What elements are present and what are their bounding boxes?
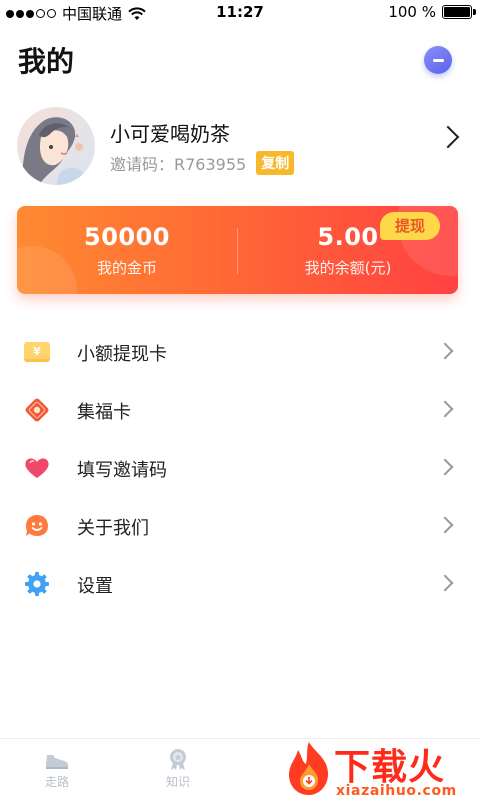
shoe-icon xyxy=(46,755,68,769)
chevron-right-icon xyxy=(436,516,454,534)
chevron-right-icon xyxy=(436,400,454,418)
copy-button[interactable]: 复制 xyxy=(256,151,295,175)
coins-section[interactable]: 50000 我的金币 xyxy=(17,206,237,294)
avatar-illustration xyxy=(17,107,95,185)
chevron-right-icon xyxy=(436,574,454,592)
watermark: 下载火 xiazaihuo.com xyxy=(282,738,480,800)
flame-logo-icon xyxy=(289,742,328,795)
chevron-right-icon xyxy=(436,458,454,476)
menu-item-about-us[interactable]: 关于我们 xyxy=(0,496,480,554)
chevron-right-icon xyxy=(436,342,454,360)
page-title: 我的 xyxy=(18,45,75,78)
small-withdraw-card-icon: ¥ xyxy=(24,342,50,362)
svg-text:¥: ¥ xyxy=(33,345,41,358)
fortune-card-icon xyxy=(25,398,49,422)
gear-icon xyxy=(25,572,49,596)
tab-knowledge[interactable]: 知识 xyxy=(148,747,208,790)
battery-icon xyxy=(442,5,476,19)
coins-label: 我的金币 xyxy=(96,259,157,277)
watermark-url: xiazaihuo.com xyxy=(336,783,457,799)
menu-item-small-withdraw-card[interactable]: ¥ 小额提现卡 xyxy=(0,322,480,380)
invite-row: 邀请码：R763955 复制 xyxy=(110,151,295,175)
heart-icon xyxy=(25,458,49,478)
medal-icon xyxy=(170,749,186,771)
tab-label: 知识 xyxy=(165,775,190,789)
menu-label: 填写邀请码 xyxy=(77,460,167,481)
coins-value: 50000 xyxy=(84,223,170,251)
nickname: 小可爱喝奶茶 xyxy=(110,122,230,146)
balance-label: 我的余额(元) xyxy=(304,259,392,277)
menu-label: 关于我们 xyxy=(77,518,149,539)
menu-list: ¥ 小额提现卡 集福卡 填写邀请码 关于我们 设置 xyxy=(0,322,480,612)
battery-fill xyxy=(444,7,470,17)
profile-chevron-right-icon[interactable] xyxy=(436,125,460,149)
smile-icon xyxy=(26,515,48,536)
status-right: 100 % xyxy=(388,3,476,21)
menu-item-enter-invite-code[interactable]: 填写邀请码 xyxy=(0,438,480,496)
message-icon[interactable] xyxy=(424,46,452,74)
tab-label: 走路 xyxy=(44,775,69,789)
menu-label: 设置 xyxy=(77,576,113,597)
menu-label: 集福卡 xyxy=(77,402,131,423)
invite-code: 邀请码：R763955 xyxy=(110,155,247,174)
withdraw-button[interactable]: 提现 xyxy=(380,212,440,240)
status-bar: 中国联通 11:27 100 % xyxy=(0,0,480,24)
menu-label: 小额提现卡 xyxy=(77,344,167,365)
battery-percent: 100 % xyxy=(388,3,436,21)
avatar[interactable] xyxy=(17,107,95,185)
menu-item-fortune-card[interactable]: 集福卡 xyxy=(0,380,480,438)
menu-item-settings[interactable]: 设置 xyxy=(0,554,480,612)
tab-walk[interactable]: 走路 xyxy=(27,747,87,790)
